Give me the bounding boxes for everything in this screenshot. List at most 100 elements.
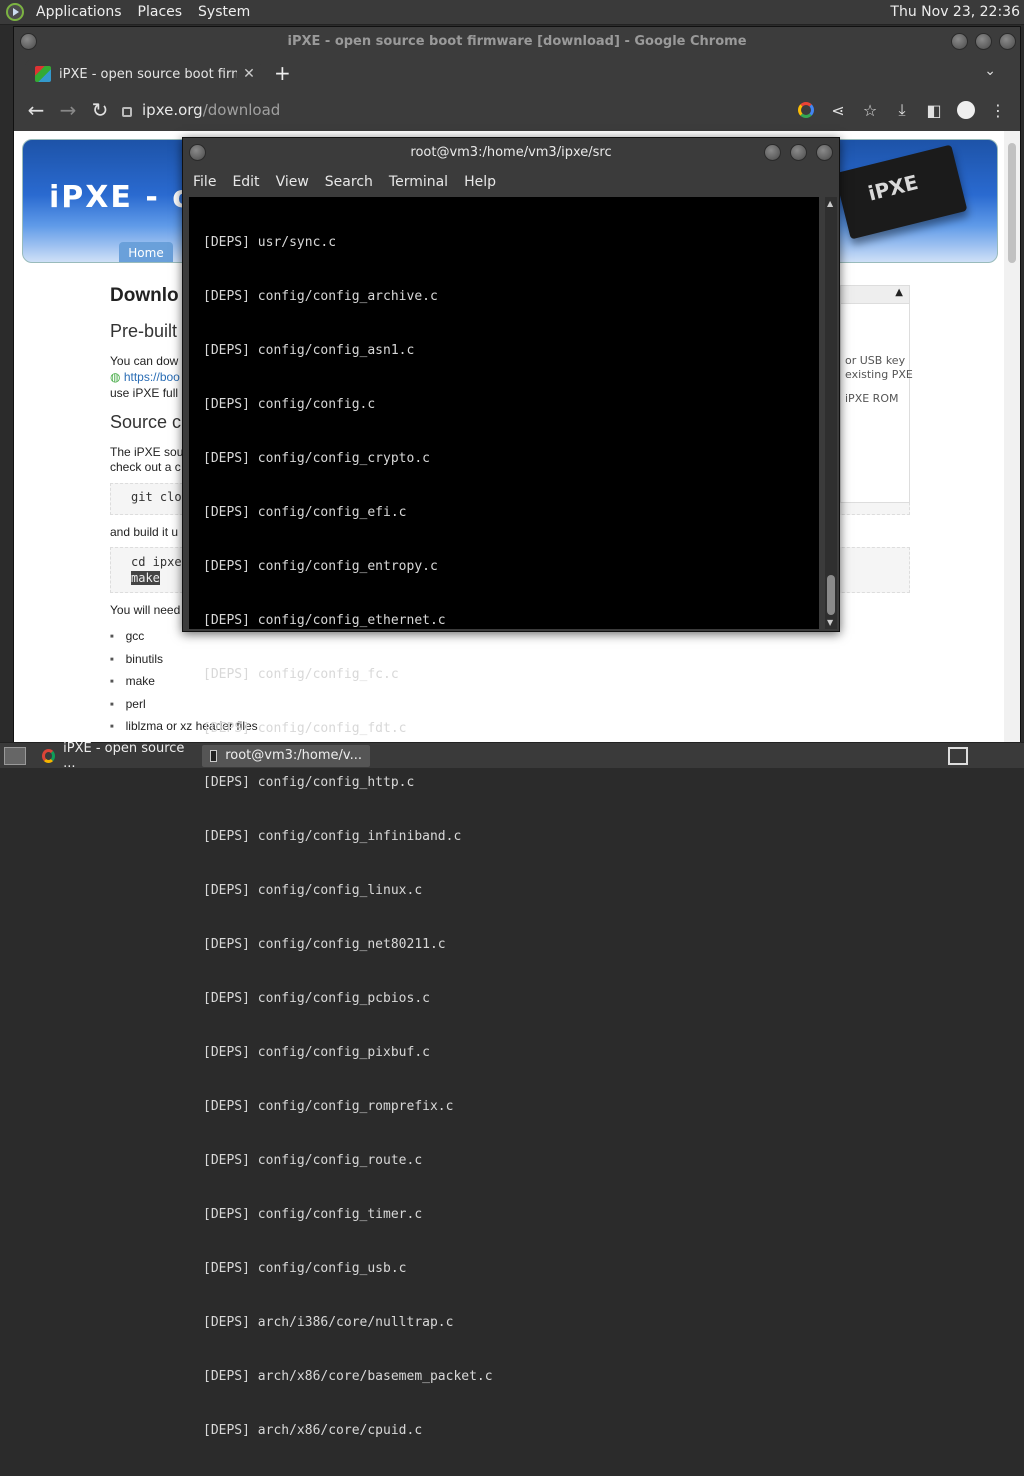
applications-menu[interactable]: Applications	[28, 0, 130, 25]
requirements-paragraph: You will need	[110, 603, 181, 617]
terminal-line: [DEPS] config/config_net80211.c	[203, 937, 446, 952]
workspace-switcher-icon[interactable]	[948, 746, 968, 765]
terminal-line: [DEPS] config/config_crypto.c	[203, 451, 430, 466]
menu-terminal[interactable]: Terminal	[381, 174, 456, 190]
download-icon[interactable]: ⤓	[886, 94, 918, 126]
terminal-line: [DEPS] config/config_fc.c	[203, 667, 399, 682]
omnibox[interactable]: ipxe.org/download	[122, 101, 280, 119]
terminal-line: [DEPS] config/config_fdt.c	[203, 721, 407, 736]
build-paragraph: and build it u	[110, 525, 179, 539]
terminal-line: [DEPS] config/config_archive.c	[203, 289, 438, 304]
chrome-window-title: iPXE - open source boot firmware [downlo…	[287, 34, 747, 49]
bookmark-star-icon[interactable]: ☆	[854, 94, 886, 126]
collapse-triangle-icon[interactable]: ▲	[895, 287, 903, 298]
boot-link-text: https://boo	[123, 370, 180, 384]
url-host: ipxe.org	[142, 101, 203, 119]
maximize-icon[interactable]	[790, 144, 807, 161]
distro-logo-icon[interactable]	[6, 3, 24, 21]
terminal-line: [DEPS] config/config_http.c	[203, 775, 415, 790]
scroll-down-arrow-icon[interactable]: ▼	[827, 618, 833, 627]
menu-file[interactable]: File	[185, 174, 224, 190]
menu-view[interactable]: View	[268, 174, 317, 190]
terminal-line: [DEPS] config/config_linux.c	[203, 883, 423, 898]
menu-help[interactable]: Help	[456, 174, 504, 190]
clock[interactable]: Thu Nov 23, 22:36	[890, 4, 1024, 20]
terminal-output-area[interactable]: [DEPS] usr/sync.c [DEPS] config/config_a…	[189, 197, 819, 1438]
close-window-icon[interactable]	[816, 144, 833, 161]
chrome-icon	[42, 748, 56, 763]
tab-ipxe[interactable]: iPXE - open source boot firmware [downlo…	[25, 59, 261, 89]
tab-search-chevron-down-icon[interactable]: ⌄	[984, 63, 996, 79]
chrome-titlebar[interactable]: iPXE - open source boot firmware [downlo…	[14, 27, 1020, 57]
menu-edit[interactable]: Edit	[224, 174, 267, 190]
chrome-toolbar: ← → ↻ ipxe.org/download ⋖ ☆ ⤓ ◧ ⋮	[14, 89, 1020, 131]
terminal-line: [DEPS] usr/sync.c	[203, 235, 337, 250]
places-menu[interactable]: Places	[130, 0, 191, 25]
toc-text: or USB key existing PXE iPXE ROM	[845, 354, 913, 406]
url-path: /download	[202, 101, 281, 119]
terminal-line: [DEPS] config/config_ethernet.c	[203, 613, 446, 628]
reload-icon[interactable]: ↻	[84, 94, 116, 126]
side-panel-icon[interactable]: ◧	[918, 94, 950, 126]
menu-search[interactable]: Search	[317, 174, 381, 190]
lock-icon[interactable]	[122, 107, 132, 117]
terminal-line: [DEPS] config/config_entropy.c	[203, 559, 438, 574]
scroll-up-arrow-icon[interactable]: ▲	[827, 199, 833, 208]
window-menu-icon[interactable]	[20, 33, 37, 50]
boot-link[interactable]: ◍ https://boo	[110, 369, 180, 385]
taskbar-chrome-label: iPXE - open source ...	[63, 740, 185, 771]
nav-home-tab[interactable]: Home	[119, 242, 173, 262]
profile-avatar-icon	[957, 101, 975, 119]
terminal-line: [DEPS] arch/x86/core/basemem_packet.c	[203, 1369, 493, 1384]
terminal-line: [DEPS] config/config_pixbuf.c	[203, 1045, 430, 1060]
terminal-titlebar[interactable]: root@vm3:/home/vm3/ipxe/src	[183, 138, 839, 168]
page-scrollbar-thumb[interactable]	[1008, 143, 1016, 263]
terminal-line: [DEPS] arch/x86/core/cpuid.c	[203, 1423, 423, 1438]
forward-arrow-icon[interactable]: →	[52, 94, 84, 126]
system-menu[interactable]: System	[190, 0, 258, 25]
terminal-line: [DEPS] config/config_asn1.c	[203, 343, 415, 358]
share-icon[interactable]: ⋖	[822, 94, 854, 126]
taskbar-chrome-button[interactable]: iPXE - open source ...	[34, 741, 194, 771]
terminal-line: [DEPS] config/config_efi.c	[203, 505, 407, 520]
maximize-icon[interactable]	[975, 33, 992, 50]
prebuilt-paragraph: You can dow ◍ https://boo use iPXE full	[110, 353, 180, 401]
terminal-scrollbar[interactable]: ▲ ▼	[825, 197, 837, 629]
prebuilt-heading: Pre-built	[110, 321, 178, 341]
terminal-icon	[210, 749, 218, 762]
prebuilt-text-line: use iPXE full	[110, 386, 179, 400]
page-scrollbar[interactable]	[1004, 131, 1020, 743]
taskbar-terminal-button[interactable]: root@vm3:/home/v...	[202, 744, 370, 767]
toc-box: ▲ or USB key existing PXE iPXE ROM	[840, 285, 913, 503]
taskbar-terminal-label: root@vm3:/home/v...	[225, 748, 362, 763]
terminal-title: root@vm3:/home/vm3/ipxe/src	[410, 145, 612, 160]
minimize-icon[interactable]	[764, 144, 781, 161]
terminal-line: [DEPS] config/config_pcbios.c	[203, 991, 430, 1006]
tab-close-icon[interactable]: ✕	[237, 66, 261, 82]
page-title: Downlo	[110, 285, 179, 306]
new-tab-button[interactable]: +	[274, 61, 291, 85]
show-desktop-icon[interactable]	[4, 746, 26, 765]
terminal-menubar: File Edit View Search Terminal Help	[183, 168, 839, 196]
google-lens-button[interactable]	[790, 94, 822, 126]
globe-icon: ◍	[110, 370, 124, 384]
window-menu-icon[interactable]	[189, 144, 206, 161]
terminal-scrollbar-thumb[interactable]	[827, 575, 835, 615]
chrome-menu-icon[interactable]: ⋮	[982, 94, 1014, 126]
terminal-line: [DEPS] config/config_route.c	[203, 1153, 423, 1168]
toc-text-line: or USB key	[845, 354, 906, 367]
terminal-line: [DEPS] config/config.c	[203, 397, 376, 412]
tab-strip: iPXE - open source boot firmware [downlo…	[14, 57, 1020, 89]
minimize-icon[interactable]	[951, 33, 968, 50]
terminal-line: [DEPS] config/config_timer.c	[203, 1207, 423, 1222]
top-panel: Applications Places System Thu Nov 23, 2…	[0, 0, 1024, 25]
toc-header[interactable]: ▲	[841, 286, 909, 304]
back-arrow-icon[interactable]: ←	[20, 94, 52, 126]
toolbar-actions: ⋖ ☆ ⤓ ◧ ⋮	[790, 94, 1020, 126]
prebuilt-text-line: You can dow	[110, 354, 179, 368]
profile-button[interactable]	[950, 94, 982, 126]
close-window-icon[interactable]	[999, 33, 1016, 50]
toc-text-line: existing PXE	[845, 368, 913, 381]
ipxe-favicon-icon	[35, 66, 51, 82]
terminal-line: [DEPS] config/config_infiniband.c	[203, 829, 462, 844]
